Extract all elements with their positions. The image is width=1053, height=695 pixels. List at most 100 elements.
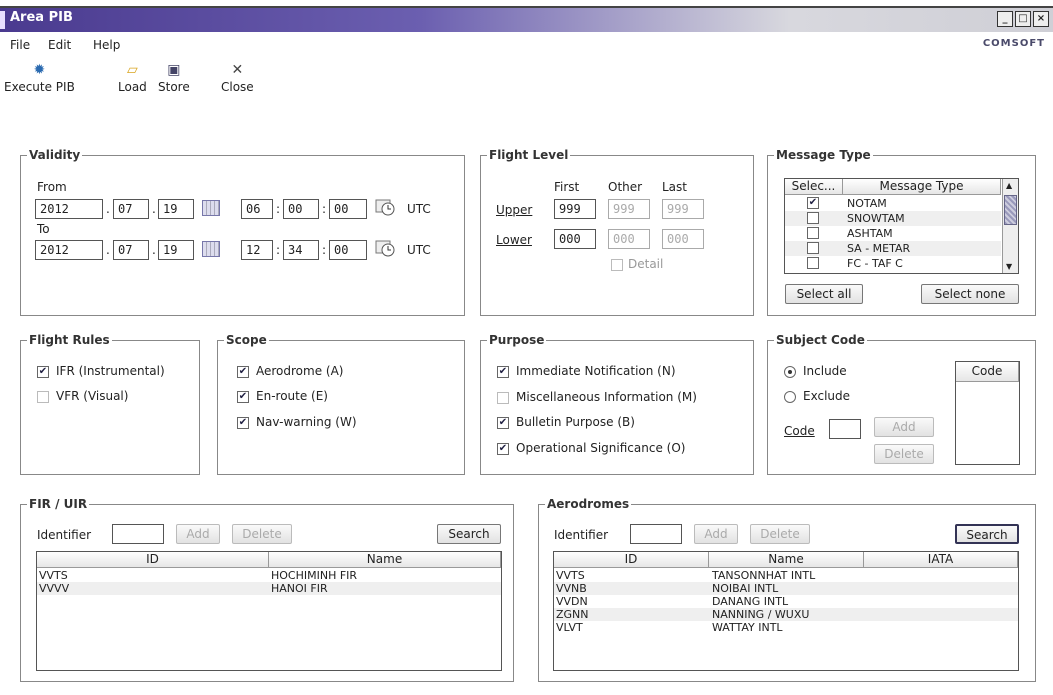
include-radio[interactable] xyxy=(784,366,796,378)
select-all-button[interactable]: Select all xyxy=(785,284,863,304)
table-row[interactable]: FC - TAF C xyxy=(785,256,1001,271)
ad-col-iata[interactable]: IATA xyxy=(864,552,1018,568)
upper-first-field[interactable]: 999 xyxy=(554,199,596,219)
vfr-label: VFR (Visual) xyxy=(56,389,129,403)
ad-search-button[interactable]: Search xyxy=(955,524,1019,544)
operational-checkbox[interactable]: ✔ xyxy=(497,443,509,455)
message-type-name: SA - METAR xyxy=(847,242,911,255)
to-day-field[interactable]: 19 xyxy=(158,240,194,260)
message-type-checkbox[interactable] xyxy=(807,227,819,239)
select-none-button[interactable]: Select none xyxy=(921,284,1019,304)
ad-id-cell: VVTS xyxy=(556,569,585,582)
lower-first-field[interactable]: 000 xyxy=(554,229,596,249)
msg-scrollbar[interactable]: ▲ ▼ xyxy=(1002,179,1018,273)
exclude-label: Exclude xyxy=(803,389,851,403)
from-day-field[interactable]: 19 xyxy=(158,199,194,219)
lower-last-field: 000 xyxy=(662,229,704,249)
fir-col-id[interactable]: ID xyxy=(37,552,269,568)
load-button[interactable]: ▱ Load xyxy=(118,60,147,94)
from-clock-icon[interactable] xyxy=(375,198,395,216)
ad-col-id[interactable]: ID xyxy=(554,552,709,568)
ad-col-name[interactable]: Name xyxy=(709,552,864,568)
fir-search-button[interactable]: Search xyxy=(437,524,501,544)
close-button[interactable]: ✕ Close xyxy=(221,60,254,94)
fir-legend: FIR / UIR xyxy=(29,497,88,511)
message-type-checkbox[interactable] xyxy=(807,242,819,254)
table-row[interactable]: VVVV HANOI FIR xyxy=(37,582,501,595)
store-button[interactable]: ▣ Store xyxy=(158,60,190,94)
misc-checkbox[interactable] xyxy=(497,392,509,404)
from-hour-field[interactable]: 06 xyxy=(241,199,273,219)
menu-help[interactable]: Help xyxy=(93,38,120,52)
table-row[interactable]: VVTS HOCHIMINH FIR xyxy=(37,569,501,582)
ad-delete-button[interactable]: Delete xyxy=(750,524,810,544)
minimize-icon[interactable]: _ xyxy=(997,11,1013,27)
to-utc-label: UTC xyxy=(407,243,431,257)
to-minute-field[interactable]: 34 xyxy=(283,240,319,260)
message-type-table: Selec... Message Type NOTAM ✔ SNOWTAM ASHTA… xyxy=(784,178,1019,274)
enroute-checkbox[interactable]: ✔ xyxy=(237,391,249,403)
msg-col-select[interactable]: Selec... xyxy=(785,179,843,195)
scroll-down-icon[interactable]: ▼ xyxy=(1006,262,1012,271)
vfr-checkbox[interactable] xyxy=(37,391,49,403)
from-label: From xyxy=(37,180,67,194)
msg-col-type[interactable]: Message Type xyxy=(843,179,1001,195)
table-row[interactable]: VLVT WATTAY INTL xyxy=(554,621,1018,634)
toolbar: ✹ Execute PIB ▱ Load ▣ Store ✕ Close xyxy=(0,60,1053,104)
aerodrome-label: Aerodrome (A) xyxy=(256,364,344,378)
from-year-field[interactable]: 2012 xyxy=(35,199,103,219)
to-year-field[interactable]: 2012 xyxy=(35,240,103,260)
code-col-header[interactable]: Code xyxy=(956,362,1019,382)
from-calendar-icon[interactable] xyxy=(202,200,220,216)
table-row[interactable]: SNOWTAM xyxy=(785,211,1001,226)
table-row[interactable]: ASHTAM xyxy=(785,226,1001,241)
table-row[interactable]: VVNB NOIBAI INTL xyxy=(554,582,1018,595)
bulletin-checkbox[interactable]: ✔ xyxy=(497,417,509,429)
table-row[interactable]: VVDN DANANG INTL xyxy=(554,595,1018,608)
immediate-checkbox[interactable]: ✔ xyxy=(497,366,509,378)
window-title: Area PIB xyxy=(10,10,73,25)
message-type-name: NOTAM xyxy=(847,197,887,210)
scroll-thumb[interactable] xyxy=(1004,195,1017,225)
ad-add-button[interactable]: Add xyxy=(694,524,738,544)
from-minute-field[interactable]: 00 xyxy=(283,199,319,219)
flight-rules-group: Flight Rules xyxy=(20,333,200,475)
fl-first-header: First xyxy=(554,180,580,194)
table-row[interactable]: SA - METAR xyxy=(785,241,1001,256)
to-clock-icon[interactable] xyxy=(375,239,395,257)
table-row[interactable]: VVTS TANSONNHAT INTL xyxy=(554,569,1018,582)
to-second-field[interactable]: 00 xyxy=(329,240,367,260)
fir-add-button[interactable]: Add xyxy=(176,524,220,544)
message-type-checkbox[interactable]: ✔ xyxy=(807,197,819,209)
table-row[interactable]: NOTAM ✔ xyxy=(785,196,1001,211)
fir-col-name[interactable]: Name xyxy=(269,552,501,568)
to-calendar-icon[interactable] xyxy=(202,241,220,257)
to-hour-field[interactable]: 12 xyxy=(241,240,273,260)
maximize-icon[interactable]: □ xyxy=(1015,11,1031,27)
to-month-field[interactable]: 07 xyxy=(113,240,149,260)
fir-identifier-input[interactable] xyxy=(112,524,164,544)
menu-file[interactable]: File xyxy=(10,38,30,52)
aerodrome-checkbox[interactable]: ✔ xyxy=(237,366,249,378)
close-window-icon[interactable]: × xyxy=(1033,11,1049,27)
scroll-up-icon[interactable]: ▲ xyxy=(1006,181,1012,190)
code-table: Code xyxy=(955,361,1020,465)
code-add-button[interactable]: Add xyxy=(874,417,934,437)
navwarning-checkbox[interactable]: ✔ xyxy=(237,417,249,429)
execute-pib-button[interactable]: ✹ Execute PIB xyxy=(4,60,75,94)
menu-edit[interactable]: Edit xyxy=(48,38,71,52)
exclude-radio[interactable] xyxy=(784,391,796,403)
code-input[interactable] xyxy=(829,419,861,439)
fir-id-cell: VVVV xyxy=(39,582,70,595)
window-controls: _ □ × xyxy=(997,11,1049,27)
message-type-checkbox[interactable] xyxy=(807,257,819,269)
from-second-field[interactable]: 00 xyxy=(329,199,367,219)
from-month-field[interactable]: 07 xyxy=(113,199,149,219)
message-type-checkbox[interactable] xyxy=(807,212,819,224)
table-row[interactable]: ZGNN NANNING / WUXU xyxy=(554,608,1018,621)
scope-legend: Scope xyxy=(226,333,267,347)
ad-identifier-input[interactable] xyxy=(630,524,682,544)
ifr-checkbox[interactable]: ✔ xyxy=(37,366,49,378)
code-delete-button[interactable]: Delete xyxy=(874,444,934,464)
fir-delete-button[interactable]: Delete xyxy=(232,524,292,544)
